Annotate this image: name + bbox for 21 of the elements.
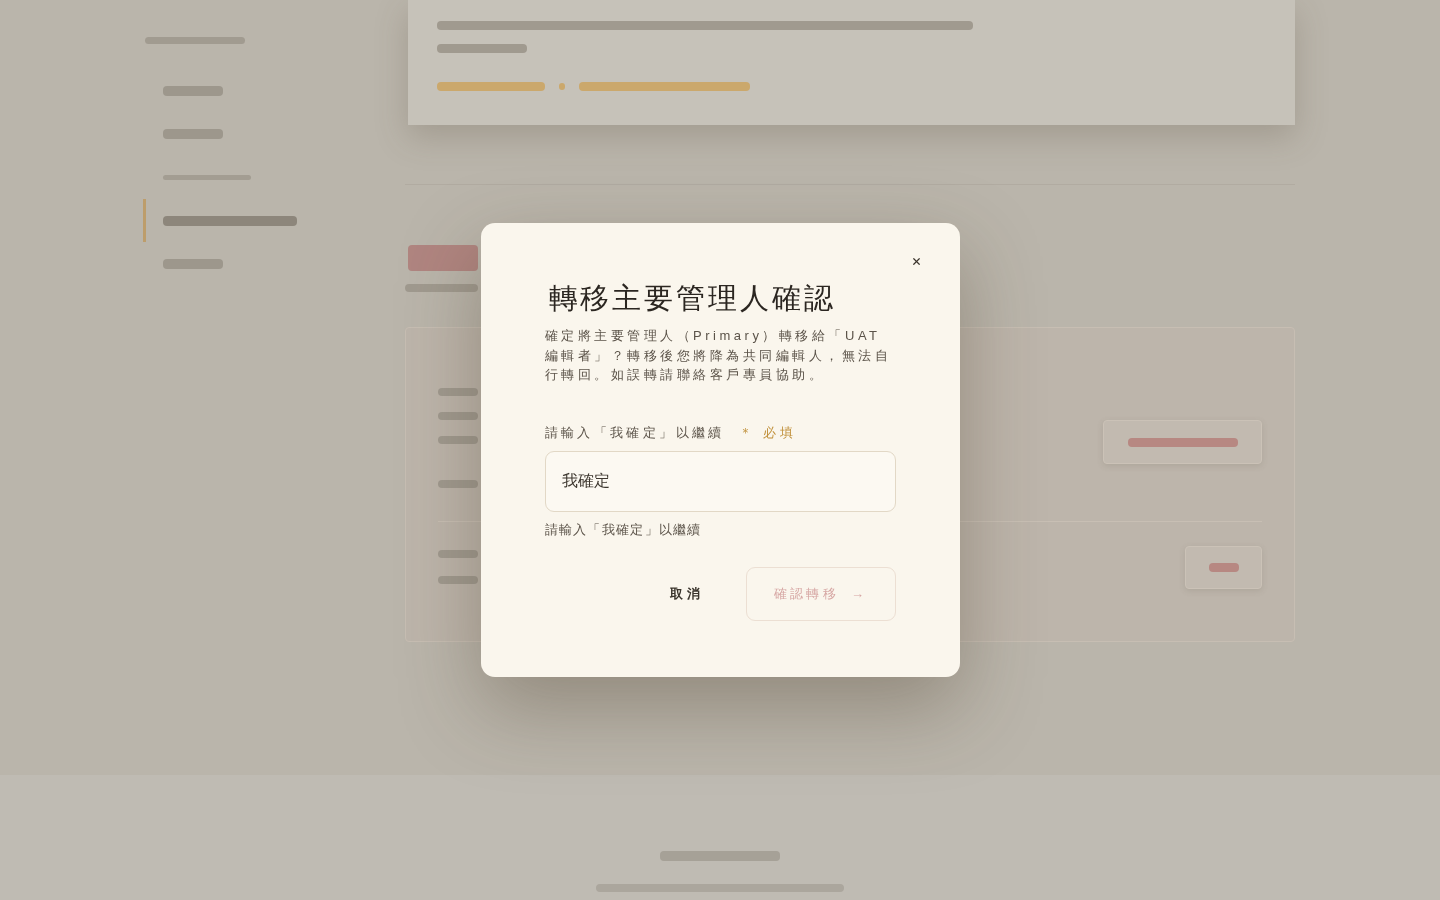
blurred-text-line [438,576,478,584]
blurred-text-line [163,85,223,96]
required-label: ＊ 必填 [738,424,797,441]
field-label: 請輸入「我確定」以繼續 [544,424,725,441]
dialog-title: 轉移主要管理人確認 [548,281,837,317]
blurred-text-line [438,550,478,558]
close-icon [911,255,922,267]
blurred-text-line [559,83,565,90]
blurred-text-line [438,412,478,420]
input-field[interactable]: 我確定 [544,450,896,512]
dialog-message: 確定將主要管理人（Primary）轉移給「UAT 編輯者」？轉移後您將降為共同編輯人，無法自行轉回。如誤轉請聯絡客戶專員協助。 [544,327,893,385]
blurred-text-line [438,388,478,396]
danger-button[interactable] [1103,420,1262,464]
blurred-text-line [438,436,478,444]
cancel-button[interactable]: 取消 [646,566,727,621]
danger-button[interactable] [1185,546,1262,589]
blurred-text-line [163,128,223,139]
blurred-text-line [163,258,223,269]
blurred-text-line [1208,563,1239,572]
field-hint: 請輸入「我確定」以繼續 [544,521,703,538]
blurred-text-line [438,480,478,488]
